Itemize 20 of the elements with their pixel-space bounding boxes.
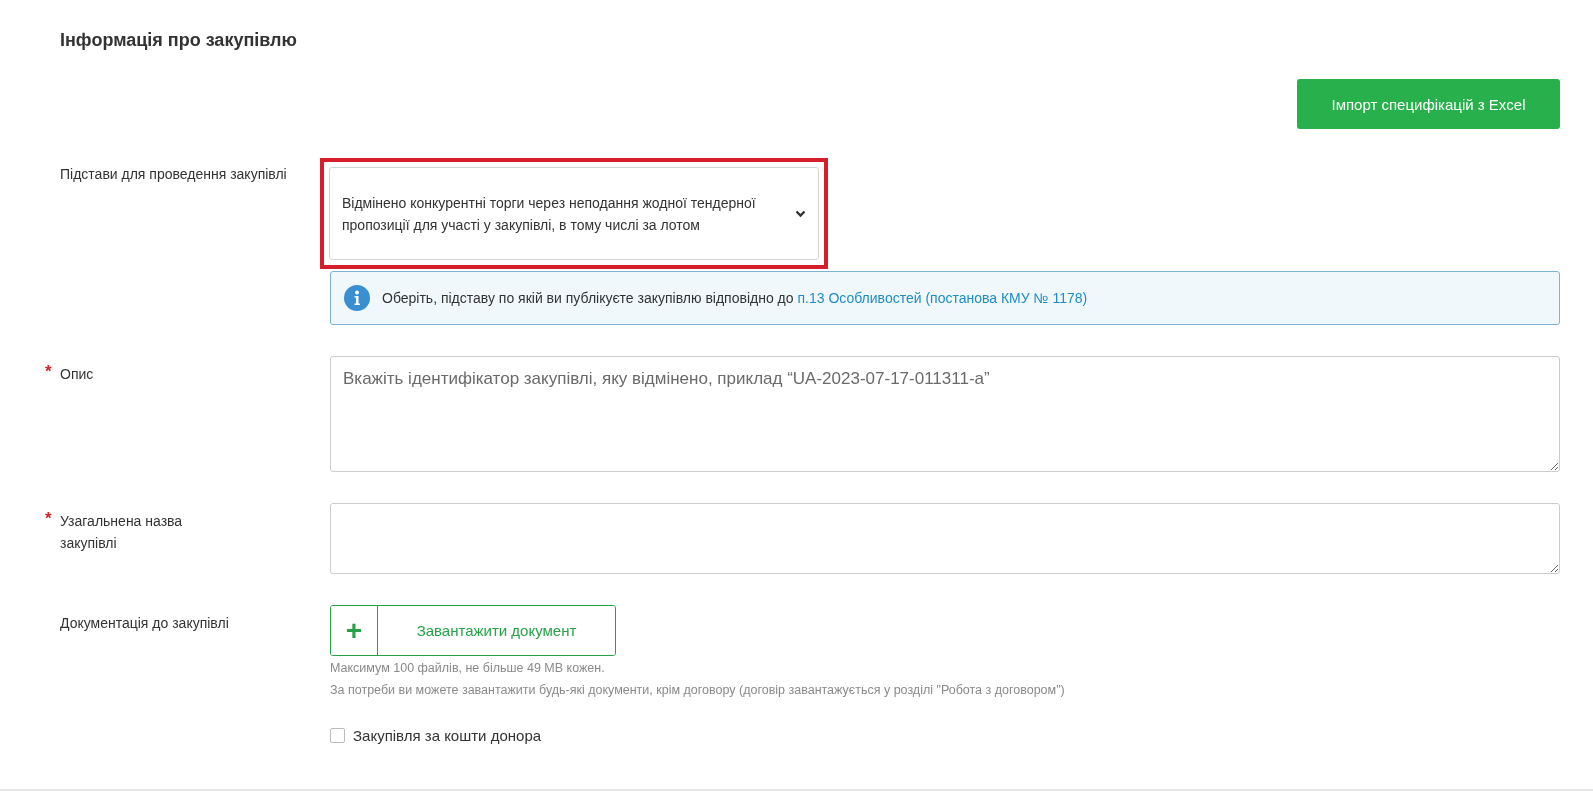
required-mark: * [45,508,52,530]
chevron-down-icon [795,209,806,218]
hint-text: Максимум 100 файлів, не більше 49 MB кожен. [330,660,606,677]
field-label: Документація до закупівлі [60,615,229,631]
required-mark: * [45,361,52,383]
checkbox-label: Закупівля за кошти донора [353,727,542,744]
regulation-link[interactable]: п.13 Особливостей (постанова КМУ № 1178) [797,290,1088,306]
field-label: Опис [60,366,94,382]
section-title: Інформація про закупівлю [60,29,298,52]
info-icon [344,285,370,311]
checkbox[interactable] [330,728,345,743]
import-button[interactable]: Імпорт специфікацій з Excel [1297,79,1560,129]
description-field[interactable]: Вкажіть ідентифікатор закупівлі, яку відмінено, приклад “UA-2023-07-17-011311-a” [330,356,1560,472]
info-text: Оберіть, підставу по якій ви публікуєте закупівлю відповідно до п.13 Особливостей (постанова КМУ № 1178) [382,289,1088,308]
field-label: Підстави для проведення закупівлі [60,166,287,182]
hint-text: За потреби ви можете завантажити будь-які документи, крім договору (договір завантажується у розділі "Робота з договором") [330,682,1066,699]
name-field[interactable] [330,503,1560,574]
field-label: Узагальнена назва закупівлі [60,512,184,553]
add-button[interactable]: + [331,606,378,655]
basis-select[interactable]: Відмінено конкурентні торги через неподання жодної тендерної пропозиції для участі у закупівлі, в тому числі за лотом [329,167,819,260]
